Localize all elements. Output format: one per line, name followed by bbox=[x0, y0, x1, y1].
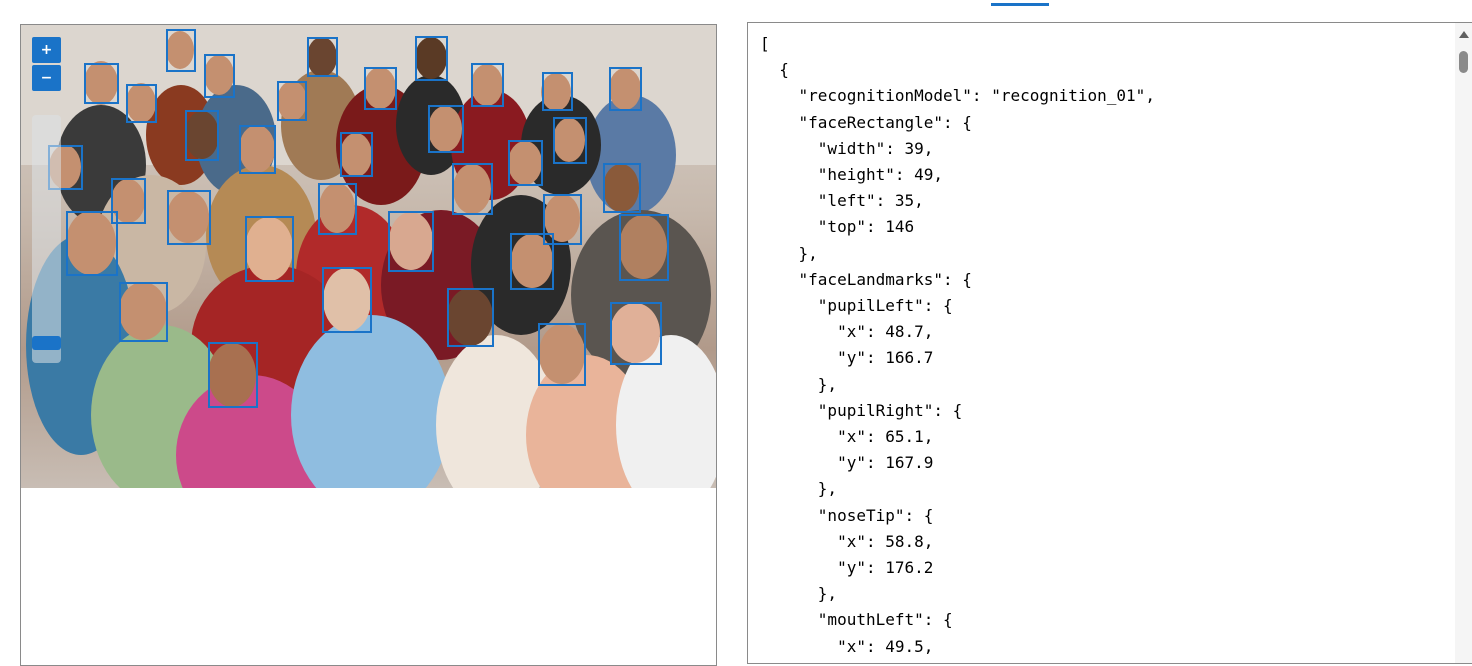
face-box[interactable] bbox=[619, 214, 669, 281]
zoom-slider-thumb[interactable] bbox=[32, 335, 61, 350]
face-box[interactable] bbox=[542, 72, 573, 111]
face-box[interactable] bbox=[66, 211, 118, 276]
face-box[interactable] bbox=[166, 29, 196, 72]
json-output-panel: [ { "recognitionModel": "recognition_01"… bbox=[747, 22, 1472, 664]
image-panel: + − bbox=[20, 24, 717, 666]
face-box[interactable] bbox=[603, 163, 641, 213]
face-box[interactable] bbox=[239, 125, 276, 174]
face-box[interactable] bbox=[185, 110, 219, 161]
face-box[interactable] bbox=[428, 105, 464, 153]
face-box[interactable] bbox=[204, 54, 235, 98]
face-box[interactable] bbox=[510, 233, 554, 290]
face-box[interactable] bbox=[452, 163, 493, 215]
face-box[interactable] bbox=[508, 140, 543, 186]
vertical-scrollbar[interactable] bbox=[1455, 23, 1472, 663]
face-box[interactable] bbox=[471, 63, 504, 107]
crowd-photo: + − bbox=[21, 25, 716, 488]
face-box[interactable] bbox=[322, 267, 372, 333]
zoom-slider[interactable] bbox=[32, 115, 61, 363]
face-box[interactable] bbox=[277, 81, 307, 121]
face-box[interactable] bbox=[84, 63, 119, 104]
face-box[interactable] bbox=[307, 37, 338, 77]
face-box[interactable] bbox=[538, 323, 586, 386]
face-box[interactable] bbox=[119, 282, 168, 342]
face-box[interactable] bbox=[167, 190, 211, 245]
face-box[interactable] bbox=[553, 117, 587, 164]
face-box[interactable] bbox=[245, 216, 294, 282]
zoom-in-button[interactable]: + bbox=[32, 37, 61, 63]
face-box[interactable] bbox=[415, 36, 448, 81]
json-output-text: [ { "recognitionModel": "recognition_01"… bbox=[760, 34, 1155, 656]
zoom-out-button[interactable]: − bbox=[32, 65, 61, 91]
face-box[interactable] bbox=[388, 211, 434, 272]
face-box[interactable] bbox=[610, 302, 662, 365]
face-box[interactable] bbox=[609, 67, 642, 111]
face-box[interactable] bbox=[447, 288, 494, 347]
face-box[interactable] bbox=[208, 342, 258, 408]
active-tab-indicator bbox=[991, 3, 1049, 6]
face-box[interactable] bbox=[318, 183, 357, 235]
scroll-up-arrow-icon[interactable] bbox=[1459, 31, 1469, 38]
face-box[interactable] bbox=[364, 67, 397, 110]
face-box[interactable] bbox=[126, 84, 157, 123]
scrollbar-thumb[interactable] bbox=[1459, 51, 1468, 73]
face-box[interactable] bbox=[340, 132, 373, 177]
